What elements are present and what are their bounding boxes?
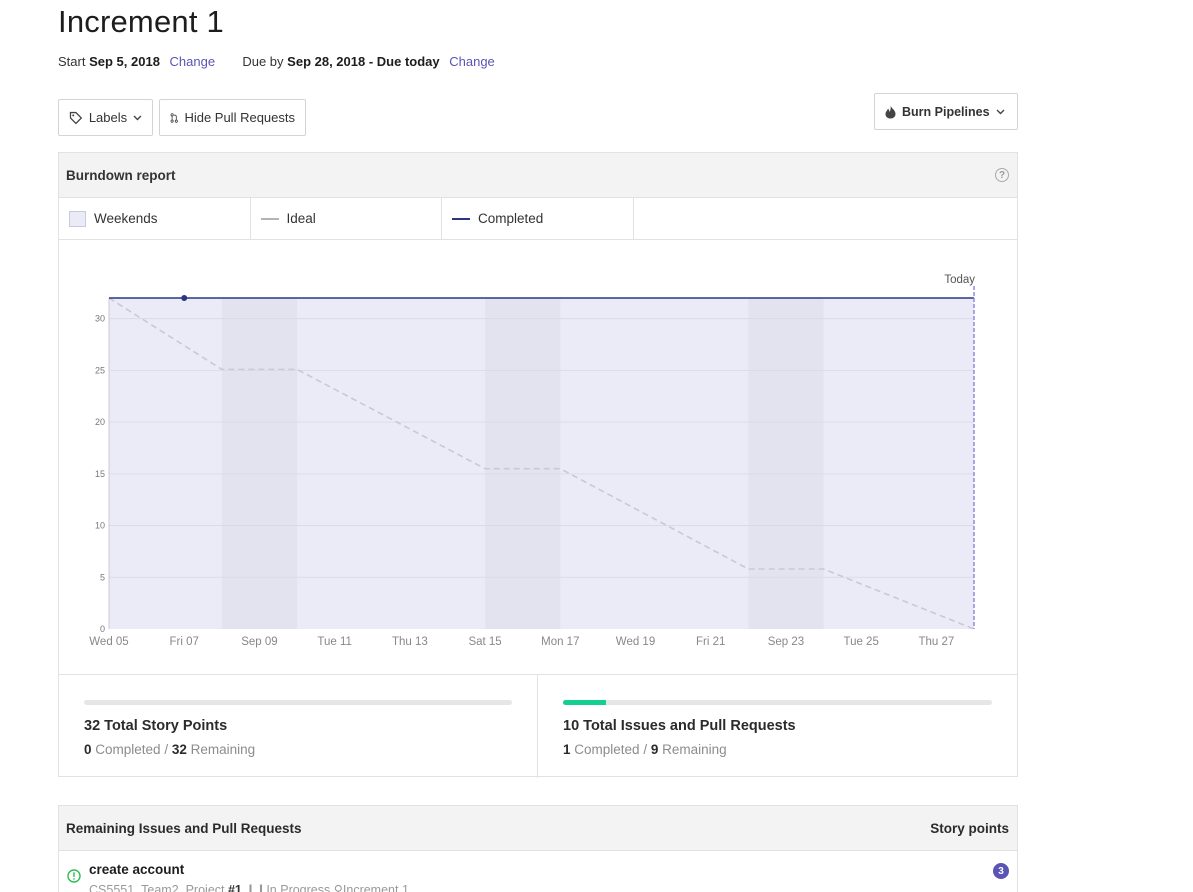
- story-points-breakdown: 0 Completed / 32 Remaining: [84, 742, 256, 757]
- weekend-band: [221, 298, 298, 629]
- story-points-column-header: Story points: [930, 820, 1009, 836]
- x-tick-label: Thu 13: [392, 636, 428, 648]
- legend-completed[interactable]: Completed: [442, 198, 634, 239]
- labels-button-label: Labels: [88, 110, 128, 125]
- chevron-down-icon: [133, 115, 142, 120]
- y-tick-label: 20: [95, 417, 105, 427]
- story-points-progress-bar: [84, 700, 512, 705]
- issues-remaining: 9: [650, 742, 659, 757]
- weekend-band: [485, 298, 561, 629]
- today-label: Today: [944, 274, 975, 286]
- completed-point: [181, 295, 188, 301]
- y-tick-label: 10: [95, 521, 105, 531]
- remaining-issues-header: Remaining Issues and Pull Requests Story…: [59, 806, 1017, 851]
- y-tick-label: 5: [100, 572, 105, 582]
- issue-pipeline: In Progress: [266, 883, 331, 892]
- x-tick-label: Thu 27: [918, 636, 954, 648]
- change-start-link[interactable]: Change: [170, 54, 216, 69]
- chevron-down-icon: [996, 109, 1005, 114]
- story-points-stat: 32 Total Story Points 0 Completed / 32 R…: [59, 675, 538, 778]
- legend-weekends[interactable]: Weekends: [59, 198, 251, 239]
- remaining-issues-panel: Remaining Issues and Pull Requests Story…: [58, 805, 1018, 892]
- tag-icon: [69, 111, 83, 124]
- x-tick-label: Fri 21: [696, 636, 725, 648]
- x-tick-label: Sep 09: [241, 636, 277, 648]
- pipeline-icon: ❙❙: [245, 883, 267, 892]
- legend-ideal[interactable]: Ideal: [251, 198, 442, 239]
- y-tick-label: 15: [95, 469, 105, 479]
- list-item[interactable]: create account CS5551_Team2_Project #1 ❙…: [59, 851, 1017, 892]
- story-points-remaining: 32: [171, 742, 187, 757]
- start-date: Sep 5, 2018: [89, 54, 160, 69]
- y-tick-label: 0: [100, 624, 105, 634]
- due-label: Due by: [242, 54, 284, 69]
- stats-row: 32 Total Story Points 0 Completed / 32 R…: [59, 675, 1017, 778]
- issues-completed: 1: [563, 742, 571, 757]
- x-tick-label: Tue 25: [843, 636, 878, 648]
- issues-title: 10 Total Issues and Pull Requests: [563, 718, 992, 734]
- burndown-chart: 0 5 10 15 20 25 30 Wed 05 Fri 07 Sep 09 Tue 11 Thu …: [89, 274, 975, 648]
- issue-title[interactable]: create account: [89, 862, 184, 877]
- y-tick-label: 25: [95, 365, 105, 375]
- hide-pull-requests-button[interactable]: Hide Pull Requests: [159, 99, 306, 136]
- legend-ideal-label: Ideal: [286, 211, 316, 226]
- milestone-dates: Start Sep 5, 2018 Change Due by Sep 28, …: [58, 54, 495, 69]
- weekend-band: [748, 298, 824, 629]
- story-points-completed-label: Completed: [95, 742, 161, 757]
- issues-breakdown: 1 Completed / 9 Remaining: [563, 742, 727, 757]
- x-tick-label: Wed 05: [89, 636, 128, 648]
- fire-icon: [885, 105, 896, 118]
- issues-stat: 10 Total Issues and Pull Requests 1 Comp…: [538, 675, 1017, 778]
- x-tick-label: Fri 07: [170, 636, 199, 648]
- burn-pipelines-button[interactable]: Burn Pipelines: [874, 93, 1018, 130]
- story-points-title: 32 Total Story Points: [84, 718, 512, 734]
- issues-completed-label: Completed: [574, 742, 640, 757]
- story-points-remaining-label: Remaining: [190, 742, 256, 757]
- x-tick-label: Tue 11: [317, 636, 352, 648]
- milestone-icon: ⚲: [333, 883, 343, 892]
- due-date: Sep 28, 2018 - Due today: [287, 54, 440, 69]
- issues-remaining-label: Remaining: [662, 742, 727, 757]
- story-points-title-suffix: Total Story Points: [104, 718, 228, 734]
- change-due-link[interactable]: Change: [449, 54, 495, 69]
- issue-milestone: Increment 1: [342, 883, 409, 892]
- labels-button[interactable]: Labels: [58, 99, 153, 136]
- pull-request-icon: [170, 112, 178, 123]
- legend-spacer: [634, 198, 826, 239]
- chart-legend: Weekends Ideal Completed: [59, 198, 1017, 240]
- issues-title-suffix: Total Issues and Pull Requests: [583, 718, 796, 734]
- y-tick-label: 30: [95, 314, 105, 324]
- issue-repo: CS5551_Team2_Project: [89, 883, 225, 892]
- help-icon[interactable]: ?: [995, 168, 1009, 182]
- story-points-badge: 3: [993, 863, 1009, 879]
- x-tick-label: Mon 17: [541, 636, 579, 648]
- issue-meta: CS5551_Team2_Project #1 ❙❙In Progress ⚲I…: [89, 882, 409, 892]
- weekend-swatch: [69, 210, 86, 227]
- x-tick-label: Sat 15: [468, 636, 501, 648]
- burn-pipelines-label: Burn Pipelines: [902, 104, 990, 119]
- issues-progress-bar: [563, 700, 992, 705]
- burndown-report-title: Burndown report: [66, 167, 176, 183]
- issues-total: 10: [563, 718, 580, 734]
- burndown-chart-area: 0 5 10 15 20 25 30 Wed 05 Fri 07 Sep 09 Tue 11 Thu …: [59, 240, 1017, 675]
- page-title: Increment 1: [58, 4, 224, 39]
- burndown-report-header: Burndown report ?: [59, 153, 1017, 198]
- issue-number: #1: [227, 883, 242, 892]
- story-points-completed: 0: [84, 742, 92, 757]
- legend-completed-label: Completed: [478, 211, 544, 226]
- legend-weekends-label: Weekends: [94, 211, 158, 226]
- start-label: Start: [58, 54, 86, 69]
- x-tick-label: Wed 19: [616, 636, 655, 648]
- issues-progress-fill: [563, 700, 606, 705]
- burndown-report-panel: Burndown report ? Weekends Ideal Complet…: [58, 152, 1018, 778]
- completed-swatch: [452, 217, 470, 220]
- story-points-total: 32: [84, 718, 101, 734]
- open-issue-icon: [67, 869, 81, 883]
- x-tick-label: Sep 23: [768, 636, 804, 648]
- hide-pull-requests-label: Hide Pull Requests: [184, 110, 295, 125]
- remaining-issues-title: Remaining Issues and Pull Requests: [66, 820, 302, 836]
- ideal-swatch: [260, 217, 279, 220]
